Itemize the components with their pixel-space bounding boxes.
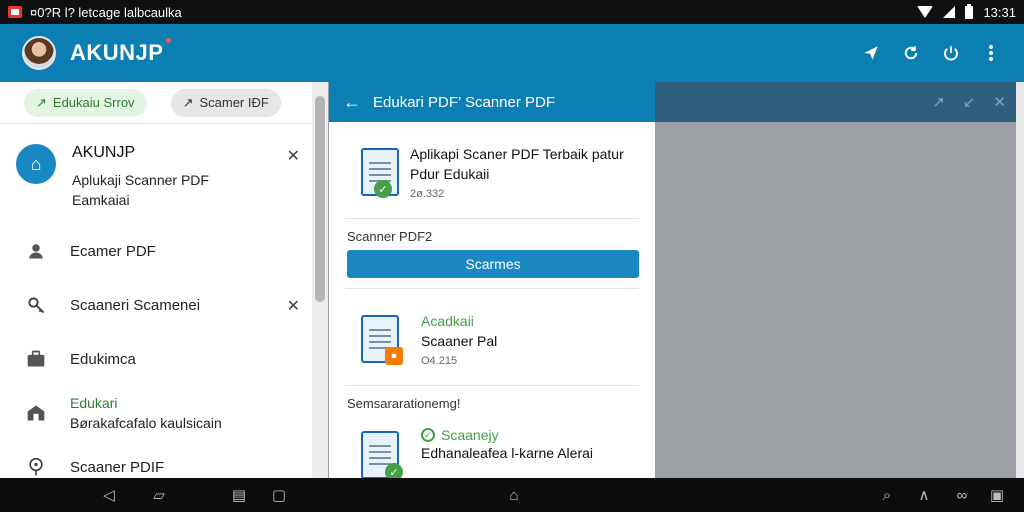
avatar[interactable] — [22, 36, 56, 70]
doc-title: Aplikapi Scaner PDF Terbaik patur Pdur E… — [410, 146, 624, 182]
doc-meta: 2ø.332 — [410, 188, 445, 200]
menu-label: Edukimca — [70, 350, 136, 368]
menu-label-highlight: Edukari — [70, 395, 118, 411]
check-circle-icon: ✓ — [421, 428, 435, 442]
status-bar: ¤0?R l? letcage lalbcaulka 13:31 — [0, 0, 1024, 24]
status-text: ¤0?R l? letcage lalbcaulka — [30, 4, 182, 20]
stethoscope-icon — [24, 457, 48, 477]
left-drawer: ↗ Edukaiu Srrov ↗ Scamer IĐF ⌂ AKUNJP Ap… — [0, 82, 312, 478]
power-icon[interactable] — [940, 42, 962, 64]
pdf-document-icon: ● — [357, 311, 405, 367]
refresh-icon[interactable] — [900, 42, 922, 64]
dimmed-header: ↗ ↙ ✕ — [655, 82, 1024, 122]
search-icon[interactable]: ⌕ — [878, 487, 896, 504]
overview-icon[interactable]: ▣ — [988, 487, 1006, 504]
doc-item-3[interactable]: ✓ ✓ Scaanejy Edhanaleafea l-karne Alerai — [329, 417, 655, 478]
close-icon[interactable]: ✕ — [287, 146, 300, 166]
signal-icon — [943, 6, 956, 18]
doc-status: Acadkaii — [421, 313, 474, 329]
scarmes-button[interactable]: Scarmes — [347, 250, 639, 278]
menu-item-ecamer[interactable]: Ecamer PDF — [0, 224, 312, 278]
doc-meta: O4.215 — [421, 355, 458, 367]
profile-name: AKUNJP — [72, 144, 136, 161]
doc-title: Scaaner Pal — [421, 333, 498, 349]
app-bar: AKUNJP — [0, 24, 1024, 82]
wifi-icon — [917, 6, 934, 18]
menu-label: Børakafcafalo kaulsicain — [70, 415, 222, 431]
right-scrollbar — [1016, 82, 1024, 478]
building-icon — [24, 403, 48, 423]
send-icon[interactable] — [860, 42, 882, 64]
detail-title: Edukari PDF’ Scanner PDF — [373, 93, 556, 111]
up-chevron-icon[interactable]: ∧ — [915, 487, 933, 504]
close-icon[interactable]: ✕ — [287, 296, 300, 316]
check-badge-icon: ✓ — [374, 180, 392, 198]
back-icon[interactable]: ◁ — [100, 487, 118, 504]
menu-item-scaaneri[interactable]: Scaaneri Scamenei ✕ — [0, 278, 312, 332]
pdf-document-icon: ✓ — [357, 427, 405, 478]
app-title: AKUNJP — [70, 38, 172, 66]
menu-item-edukimca[interactable]: Edukimca — [0, 332, 312, 386]
briefcase-icon — [24, 350, 48, 368]
check-badge-icon: ✓ — [385, 463, 403, 478]
doc-status: Scaanejy — [441, 427, 499, 443]
drawer-scrollbar[interactable] — [312, 82, 328, 478]
more-vert-icon[interactable] — [980, 42, 1002, 64]
clock: 13:31 — [983, 4, 1016, 20]
doc-item-1[interactable]: ✓ Aplikapi Scaner PDF Terbaik patur Pdur… — [329, 122, 655, 218]
app-notification-icon — [8, 6, 22, 18]
profile-card[interactable]: ⌂ AKUNJP Aplukaji Scanner PDF Eamkaiai ✕ — [0, 124, 312, 224]
profile-line2: Eamkaiai — [72, 192, 130, 208]
dimmed-background: ↗ ↙ ✕ — [655, 82, 1024, 478]
chip-scamer[interactable]: ↗ Scamer IĐF — [170, 88, 281, 117]
doc-title: Edhanaleafea l-karne Alerai — [421, 445, 594, 461]
home-icon: ⌂ — [16, 144, 56, 184]
system-nav-bar: ◁ ▱ ▤ ▢ ⌂ ⌕ ∧ ∞ ▣ — [0, 478, 1024, 512]
close-icon[interactable]: ✕ — [993, 93, 1006, 111]
pdf-document-icon: ✓ — [357, 144, 399, 200]
chip-edukaiu[interactable]: ↗ Edukaiu Srrov — [24, 88, 147, 117]
back-arrow-icon[interactable]: ← — [343, 92, 361, 113]
key-search-icon — [24, 295, 48, 315]
menu-label: Ecamer PDF — [70, 242, 156, 260]
recents-icon[interactable]: ▱ — [150, 487, 168, 504]
home-icon[interactable]: ⌂ — [505, 487, 523, 504]
link-icon: ↗ — [182, 94, 194, 110]
pdf-badge-icon: ● — [385, 347, 403, 365]
notification-dot — [166, 38, 172, 43]
link-icon: ↗ — [36, 94, 47, 110]
menu-label: Scaaner PDIF — [70, 458, 165, 476]
doc-item-2[interactable]: ● Acadkaii Scaaner Pal O4.215 — [329, 289, 655, 385]
section-label: Semsararationemg! — [347, 396, 461, 411]
battery-icon — [965, 3, 974, 19]
section-label: Scanner PDF2 — [347, 229, 433, 244]
chip-row: ↗ Edukaiu Srrov ↗ Scamer IĐF — [0, 82, 312, 124]
detail-panel: ← Edukari PDF’ Scanner PDF ✓ Aplikapi Sc… — [329, 82, 655, 478]
person-icon — [24, 242, 48, 260]
detail-header: ← Edukari PDF’ Scanner PDF — [329, 82, 655, 122]
screen: ¤0?R l? letcage lalbcaulka 13:31 AKUNJP — [0, 0, 1024, 512]
expand-icon[interactable]: ↗ — [932, 93, 945, 111]
infinity-icon[interactable]: ∞ — [953, 487, 971, 504]
square-icon[interactable]: ▢ — [270, 487, 288, 504]
chip-label: Edukaiu Srrov — [52, 95, 135, 110]
keyboard-icon[interactable]: ▤ — [230, 487, 248, 504]
chip-label: Scamer IĐF — [199, 95, 269, 110]
scrollbar-thumb[interactable] — [315, 96, 325, 302]
menu-label: Scaaneri Scamenei — [70, 296, 201, 314]
menu-item-edukari[interactable]: Edukari Børakafcafalo kaulsicain — [0, 386, 312, 440]
resize-icon[interactable]: ↙ — [963, 93, 976, 111]
profile-line1: Aplukaji Scanner PDF — [72, 172, 209, 188]
